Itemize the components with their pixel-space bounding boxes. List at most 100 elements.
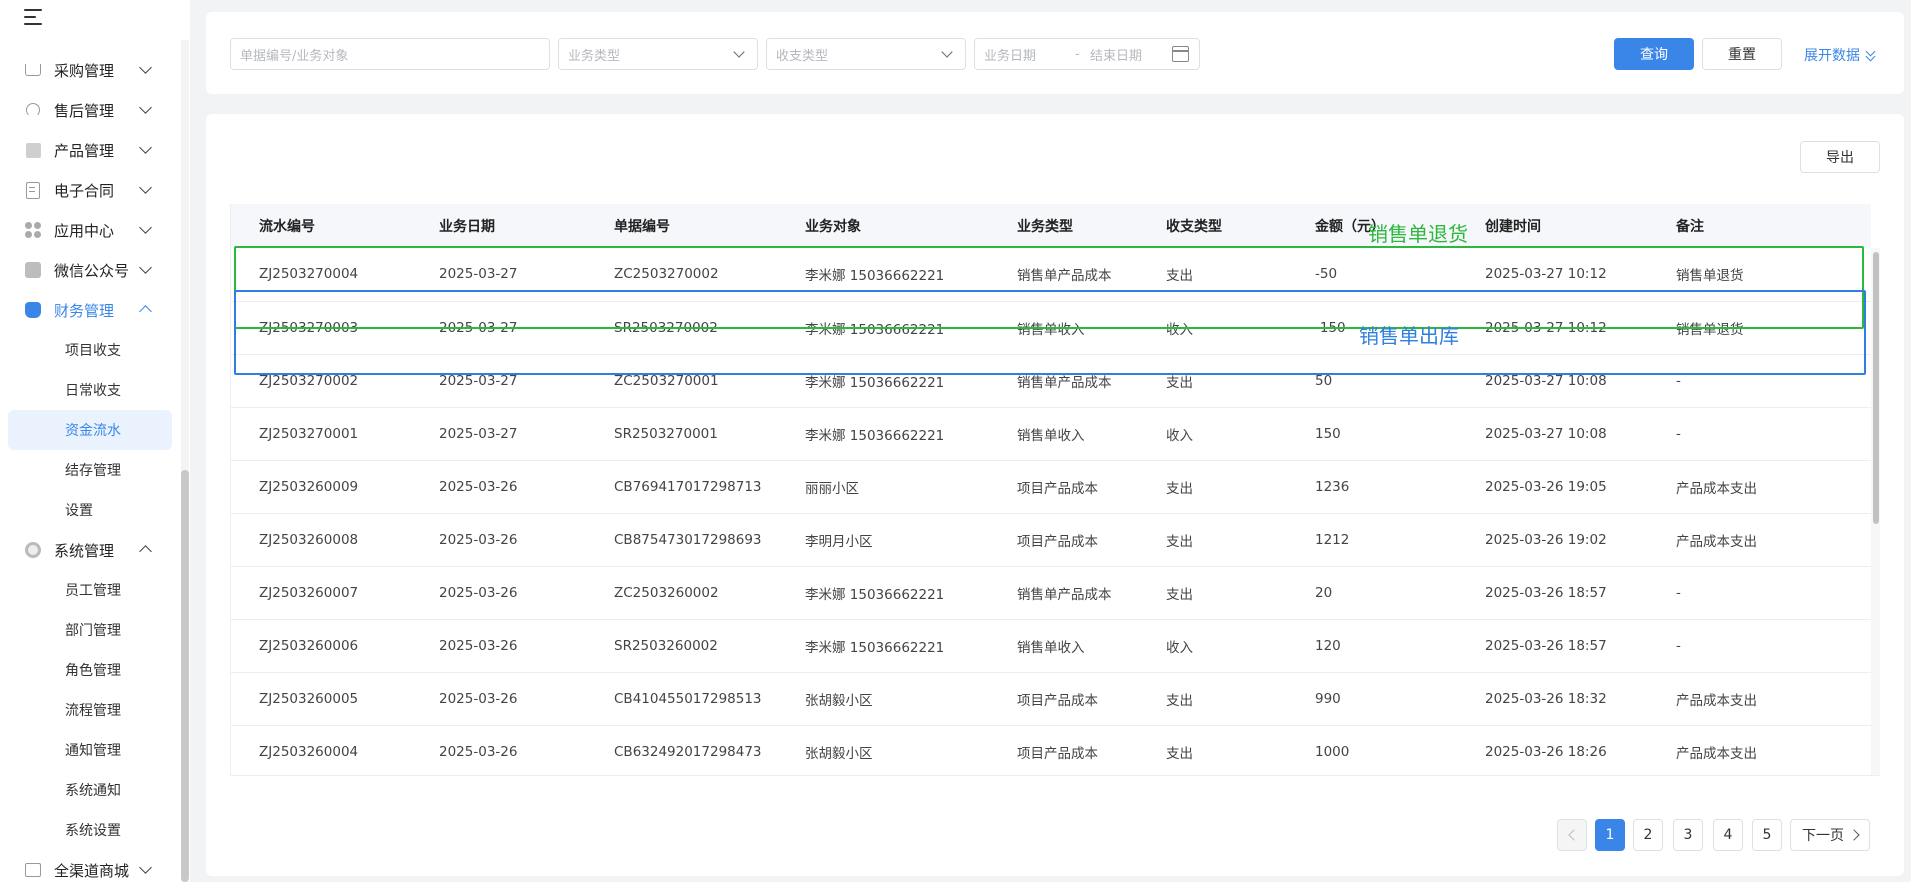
cell-doc-no: SR2503270002 bbox=[586, 301, 777, 355]
filter-bar: 单据编号/业务对象 业务类型 收支类型 业务日期 - 结束日期 查询 重置 展开… bbox=[206, 12, 1904, 94]
menu-item-purchase[interactable]: 采购管理 bbox=[0, 50, 180, 90]
submenu-item-departments[interactable]: 部门管理 bbox=[0, 610, 180, 650]
column-header-flow-no[interactable]: 流水编号 bbox=[231, 204, 411, 248]
cell-flow-no: ZJ2503270001 bbox=[231, 407, 411, 461]
cell-biz-type: 销售单收入 bbox=[989, 301, 1138, 355]
menu-item-omni-mall[interactable]: 全渠道商城 bbox=[0, 850, 180, 882]
menu-collapse-icon[interactable] bbox=[24, 8, 44, 26]
page-button[interactable]: 3 bbox=[1673, 819, 1703, 851]
cell-biz-type: 项目产品成本 bbox=[989, 672, 1138, 726]
cell-biz-object: 张胡毅小区 bbox=[777, 725, 989, 775]
table-row[interactable]: ZJ2503270004 2025-03-27 ZC2503270002 李米娜 15… bbox=[231, 248, 1871, 302]
cell-biz-object: 李米娜 15036662221 bbox=[777, 248, 989, 302]
column-header-biz-object[interactable]: 业务对象 bbox=[777, 204, 989, 248]
table-row[interactable]: ZJ2503260006 2025-03-26 SR2503260002 李米娜 15… bbox=[231, 619, 1871, 673]
sidebar-scrollbar[interactable] bbox=[181, 40, 189, 882]
table-scrollbar[interactable] bbox=[1871, 248, 1880, 775]
submenu-item-system-notice[interactable]: 系统通知 bbox=[0, 770, 180, 810]
cell-inout-type: 收入 bbox=[1138, 619, 1287, 673]
page-button[interactable]: 1 bbox=[1595, 819, 1625, 851]
cell-remark: - bbox=[1648, 566, 1871, 620]
submenu-item-staff[interactable]: 员工管理 bbox=[0, 570, 180, 610]
column-header-inout-type[interactable]: 收支类型 bbox=[1138, 204, 1287, 248]
cell-inout-type: 支出 bbox=[1138, 672, 1287, 726]
menu-item-after-sales[interactable]: 售后管理 bbox=[0, 90, 180, 130]
chevron-down-icon bbox=[941, 46, 953, 58]
menu-label: 电子合同 bbox=[54, 181, 115, 200]
submenu-item-notice-mgmt[interactable]: 通知管理 bbox=[0, 730, 180, 770]
column-header-biz-type[interactable]: 业务类型 bbox=[989, 204, 1138, 248]
submenu-item-finance-settings[interactable]: 设置 bbox=[0, 490, 180, 530]
cell-biz-type: 项目产品成本 bbox=[989, 725, 1138, 775]
cell-biz-type: 项目产品成本 bbox=[989, 513, 1138, 567]
menu-item-app-center[interactable]: 应用中心 bbox=[0, 210, 180, 250]
menu-item-products[interactable]: 产品管理 bbox=[0, 130, 180, 170]
submenu-item-daily-finance[interactable]: 日常收支 bbox=[0, 370, 180, 410]
chevron-left-icon bbox=[1567, 829, 1580, 841]
menu-label: 全渠道商城 bbox=[54, 861, 130, 880]
table-row[interactable]: ZJ2503260007 2025-03-26 ZC2503260002 李米娜 15… bbox=[231, 566, 1871, 620]
search-button[interactable]: 查询 bbox=[1614, 38, 1694, 70]
column-header-doc-no[interactable]: 单据编号 bbox=[586, 204, 777, 248]
submenu-item-workflow[interactable]: 流程管理 bbox=[0, 690, 180, 730]
cell-created-at: 2025-03-26 18:57 bbox=[1457, 619, 1648, 673]
cell-remark: 产品成本支出 bbox=[1648, 672, 1871, 726]
apps-icon bbox=[24, 221, 42, 239]
next-page-button[interactable]: 下一页 bbox=[1790, 819, 1870, 851]
menu-item-wechat[interactable]: 微信公众号 bbox=[0, 250, 180, 290]
table-row[interactable]: ZJ2503260004 2025-03-26 CB632492017298473 张… bbox=[231, 725, 1871, 775]
menu-item-system[interactable]: 系统管理 bbox=[0, 530, 180, 570]
cash-flow-table: 流水编号 业务日期 单据编号 业务对象 业务类型 收支类型 金额（元） 创建时间… bbox=[230, 204, 1880, 776]
menu-label: 产品管理 bbox=[54, 141, 115, 160]
cell-biz-type: 销售单收入 bbox=[989, 407, 1138, 461]
cart-icon bbox=[24, 61, 42, 79]
box-icon bbox=[24, 141, 42, 159]
submenu-item-project-finance[interactable]: 项目收支 bbox=[0, 330, 180, 370]
date-range-picker[interactable]: 业务日期 - 结束日期 bbox=[974, 38, 1200, 70]
table-row[interactable]: ZJ2503260005 2025-03-26 CB410455017298513 张… bbox=[231, 672, 1871, 726]
return-annotation-label: 销售单退货 bbox=[1368, 222, 1468, 246]
expand-data-link[interactable]: 展开数据 bbox=[1804, 45, 1876, 65]
table-row[interactable]: ZJ2503270002 2025-03-27 ZC2503270001 李米娜 15… bbox=[231, 354, 1871, 408]
submenu-item-balance[interactable]: 结存管理 bbox=[0, 450, 180, 490]
menu-label: 财务管理 bbox=[54, 301, 115, 320]
menu-item-contracts[interactable]: 电子合同 bbox=[0, 170, 180, 210]
submenu-item-roles[interactable]: 角色管理 bbox=[0, 650, 180, 690]
cell-biz-object: 李米娜 15036662221 bbox=[777, 566, 989, 620]
table-row[interactable]: ZJ2503270003 2025-03-27 SR2503270002 李米娜 15… bbox=[231, 301, 1871, 355]
keyword-search-input[interactable]: 单据编号/业务对象 bbox=[230, 38, 550, 70]
page-button[interactable]: 5 bbox=[1752, 819, 1782, 851]
cell-flow-no: ZJ2503270002 bbox=[231, 354, 411, 408]
table-row[interactable]: ZJ2503260008 2025-03-26 CB875473017298693 李… bbox=[231, 513, 1871, 567]
end-date-placeholder: 结束日期 bbox=[1090, 48, 1143, 64]
chevron-down-icon bbox=[139, 101, 152, 114]
gear-icon bbox=[24, 541, 42, 559]
prev-page-button[interactable] bbox=[1557, 819, 1587, 851]
cell-remark: - bbox=[1648, 354, 1871, 408]
chevron-up-icon bbox=[139, 305, 152, 318]
export-button[interactable]: 导出 bbox=[1800, 141, 1880, 173]
cell-doc-no: ZC2503260002 bbox=[586, 566, 777, 620]
business-type-select[interactable]: 业务类型 bbox=[558, 38, 758, 70]
submenu-item-cash-flow[interactable]: 资金流水 bbox=[8, 410, 172, 450]
cell-flow-no: ZJ2503260009 bbox=[231, 460, 411, 514]
income-expense-type-select[interactable]: 收支类型 bbox=[766, 38, 966, 70]
column-header-biz-date[interactable]: 业务日期 bbox=[411, 204, 586, 248]
page-button[interactable]: 4 bbox=[1713, 819, 1743, 851]
submenu-item-system-settings[interactable]: 系统设置 bbox=[0, 810, 180, 850]
cell-flow-no: ZJ2503260008 bbox=[231, 513, 411, 567]
cell-amount: 50 bbox=[1287, 354, 1457, 408]
cell-created-at: 2025-03-27 10:12 bbox=[1457, 301, 1648, 355]
cell-doc-no: CB769417017298713 bbox=[586, 460, 777, 514]
reset-button[interactable]: 重置 bbox=[1702, 38, 1782, 70]
table-row[interactable]: ZJ2503260009 2025-03-26 CB769417017298713 丽… bbox=[231, 460, 1871, 514]
menu-item-finance[interactable]: 财务管理 bbox=[0, 290, 180, 330]
outbound-annotation-label: 销售单出库 bbox=[1359, 324, 1459, 348]
cell-biz-date: 2025-03-26 bbox=[411, 619, 586, 673]
column-header-remark[interactable]: 备注 bbox=[1648, 204, 1871, 248]
page-button[interactable]: 2 bbox=[1633, 819, 1663, 851]
chevron-down-icon bbox=[733, 46, 745, 58]
cell-amount: 150 bbox=[1287, 407, 1457, 461]
column-header-created-at[interactable]: 创建时间 bbox=[1457, 204, 1648, 248]
table-row[interactable]: ZJ2503270001 2025-03-27 SR2503270001 李米娜 15… bbox=[231, 407, 1871, 461]
